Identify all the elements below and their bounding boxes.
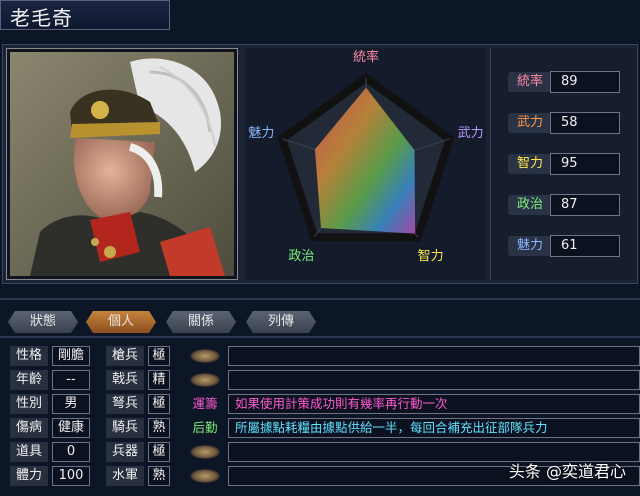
radar-label-intel: 智力 <box>418 249 444 264</box>
personal-value: 男 <box>52 394 90 414</box>
personal-label: 性格 <box>10 346 48 366</box>
skill-name: 運籌 <box>192 396 218 411</box>
skill-description: 所屬據點耗糧由據點供給一半，每回合補充出征部隊兵力 <box>228 418 640 438</box>
stat-value: 87 <box>550 194 620 216</box>
tab-biography[interactable]: 列傳 <box>246 311 316 333</box>
stats-radar-chart: 統率 武力 智力 政治 魅力 <box>248 49 484 264</box>
tab-relations[interactable]: 關係 <box>166 311 236 333</box>
personal-label: 體力 <box>10 466 48 486</box>
stat-label: 統率 <box>508 72 552 92</box>
aptitude-rank: 極 <box>148 442 170 462</box>
aptitude-rank: 精 <box>148 370 170 390</box>
aptitude-label: 騎兵 <box>106 418 144 438</box>
aptitude-rank: 極 <box>148 346 170 366</box>
personal-value: 健康 <box>52 418 90 438</box>
officer-portrait <box>10 52 234 276</box>
stat-label: 武力 <box>508 113 552 133</box>
portrait-illustration <box>10 52 234 276</box>
stat-label: 魅力 <box>508 236 552 256</box>
personal-value: 100 <box>52 466 90 486</box>
skill-icon <box>190 445 220 459</box>
aptitude-label: 弩兵 <box>106 394 144 414</box>
personal-label: 年齡 <box>10 370 48 390</box>
stat-label: 智力 <box>508 154 552 174</box>
stat-value: 58 <box>550 112 620 134</box>
aptitude-rank: 熟 <box>148 418 170 438</box>
radar-label-command: 統率 <box>353 49 379 65</box>
personal-value: -- <box>52 370 90 390</box>
personal-label: 道具 <box>10 442 48 462</box>
divider <box>0 298 640 300</box>
aptitude-label: 戟兵 <box>106 370 144 390</box>
skill-icon <box>190 373 220 387</box>
skill-description: 如果使用計策成功則有幾率再行動一次 <box>228 394 640 414</box>
aptitude-label: 兵器 <box>106 442 144 462</box>
skill-description <box>228 346 640 366</box>
personal-value: 0 <box>52 442 90 462</box>
personal-label: 傷病 <box>10 418 48 438</box>
skill-icon <box>190 349 220 363</box>
radar-label-charm: 魅力 <box>248 126 274 141</box>
tab-personal[interactable]: 個人 <box>86 311 156 333</box>
stat-value: 61 <box>550 235 620 257</box>
radar-chart-panel: 統率 武力 智力 政治 魅力 <box>246 48 486 280</box>
personal-value: 剛膽 <box>52 346 90 366</box>
stat-label: 政治 <box>508 195 552 215</box>
tab-status[interactable]: 狀態 <box>8 311 78 333</box>
stat-value: 89 <box>550 71 620 93</box>
skill-name: 后勤 <box>192 420 218 435</box>
aptitude-label: 水軍 <box>106 466 144 486</box>
radar-label-war: 武力 <box>458 126 484 141</box>
personal-label: 性別 <box>10 394 48 414</box>
radar-label-politics: 政治 <box>288 249 314 264</box>
aptitude-rank: 極 <box>148 394 170 414</box>
watermark: 头条 @奕道君心 <box>508 462 626 481</box>
stat-value: 95 <box>550 153 620 175</box>
skill-description <box>228 370 640 390</box>
skill-icon <box>190 469 220 483</box>
officer-name: 老毛奇 <box>10 6 73 30</box>
aptitude-label: 槍兵 <box>106 346 144 366</box>
aptitude-rank: 熟 <box>148 466 170 486</box>
divider <box>0 336 640 338</box>
